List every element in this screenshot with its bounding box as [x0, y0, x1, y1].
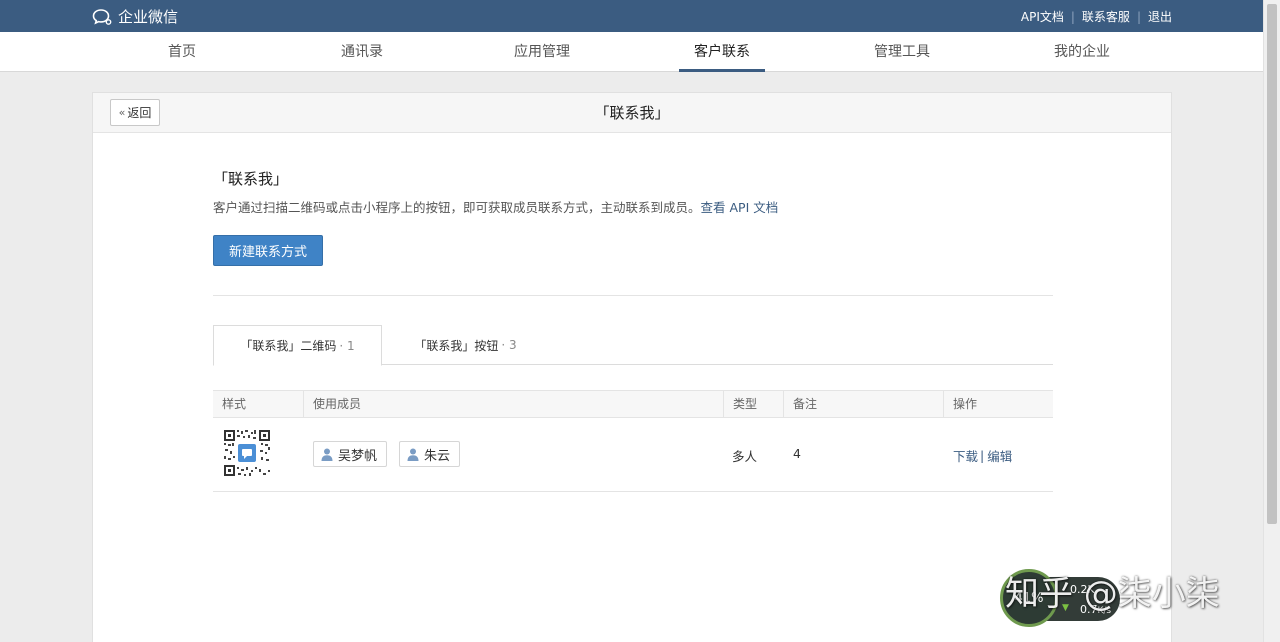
section-title: 「联系我」	[213, 170, 289, 188]
nav-management-tools[interactable]: 管理工具	[859, 32, 945, 72]
description-text: 客户通过扫描二维码或点击小程序上的按钮，即可获取成员联系方式，主动联系到成员。	[213, 200, 701, 215]
tab-count: · 3	[501, 338, 517, 352]
edit-link[interactable]: 编辑	[987, 446, 1012, 465]
nav-home[interactable]: 首页	[139, 32, 225, 72]
brand-logo[interactable]: 企业微信	[92, 6, 178, 27]
new-contact-method-button[interactable]: 新建联系方式	[213, 235, 323, 266]
top-bar: 企业微信 API文档 | 联系客服 | 退出	[0, 0, 1263, 32]
section-description: 客户通过扫描二维码或点击小程序上的按钮，即可获取成员联系方式，主动联系到成员。查…	[213, 197, 778, 216]
page-title: 「联系我」	[594, 104, 670, 122]
tab-label: 「联系我」二维码	[240, 339, 337, 353]
main-nav: 首页 通讯录 应用管理 客户联系 管理工具 我的企业	[0, 32, 1263, 72]
tab-label: 「联系我」按钮	[414, 338, 499, 353]
column-note: 备注	[783, 391, 943, 417]
wecom-chat-icon	[92, 8, 112, 25]
card-header: « 返回 「联系我」	[93, 93, 1171, 133]
separator: |	[980, 448, 985, 463]
column-members: 使用成员	[303, 391, 723, 417]
user-icon	[321, 448, 333, 461]
contact-me-card: « 返回 「联系我」 「联系我」 客户通过扫描二维码或点击小程序上的按钮，即可获…	[92, 92, 1172, 642]
tab-bar: 「联系我」二维码 · 1 「联系我」按钮 · 3	[213, 325, 1053, 366]
separator: |	[1070, 9, 1075, 24]
table-row: 吴梦帆 朱云 多人 4 下载 | 编辑	[213, 418, 1053, 492]
brand-name: 企业微信	[118, 8, 179, 26]
nav-contacts[interactable]: 通讯录	[319, 32, 405, 72]
nav-customer-contact[interactable]: 客户联系	[679, 32, 765, 72]
note-cell: 4	[793, 446, 801, 461]
actions-cell: 下载 | 编辑	[953, 446, 1012, 465]
member-name: 吴梦帆	[338, 448, 378, 464]
nav-app-management[interactable]: 应用管理	[499, 32, 585, 72]
tab-button[interactable]: 「联系我」按钮 · 3	[398, 325, 533, 365]
member-tag[interactable]: 吴梦帆	[313, 441, 388, 467]
page-scrollbar[interactable]	[1263, 0, 1280, 642]
user-icon	[407, 448, 419, 461]
table-header: 样式 使用成员 类型 备注 操作	[213, 390, 1053, 418]
tab-qr-code[interactable]: 「联系我」二维码 · 1	[213, 325, 382, 366]
scrollbar-thumb[interactable]	[1267, 4, 1277, 524]
separator: |	[1136, 9, 1141, 24]
download-link[interactable]: 下载	[953, 446, 978, 465]
column-type: 类型	[723, 391, 783, 417]
divider	[213, 295, 1053, 296]
api-docs-link[interactable]: API文档	[1021, 8, 1064, 25]
member-name: 朱云	[424, 448, 451, 464]
api-doc-link[interactable]: 查看 API 文档	[701, 200, 779, 215]
nav-my-enterprise[interactable]: 我的企业	[1039, 32, 1125, 72]
qr-code-icon[interactable]	[223, 429, 271, 477]
type-cell: 多人	[732, 449, 758, 464]
tab-count: · 1	[339, 338, 355, 353]
contact-table: 样式 使用成员 类型 备注 操作 吴梦帆 朱云 多人 4 下载 | 编辑	[213, 390, 1053, 492]
zhihu-watermark: 知乎 @柒小柒	[1005, 574, 1220, 614]
contact-support-link[interactable]: 联系客服	[1082, 8, 1130, 25]
column-style: 样式	[222, 397, 247, 411]
logout-link[interactable]: 退出	[1148, 8, 1172, 25]
member-tag[interactable]: 朱云	[399, 441, 461, 467]
column-actions: 操作	[943, 391, 1053, 417]
